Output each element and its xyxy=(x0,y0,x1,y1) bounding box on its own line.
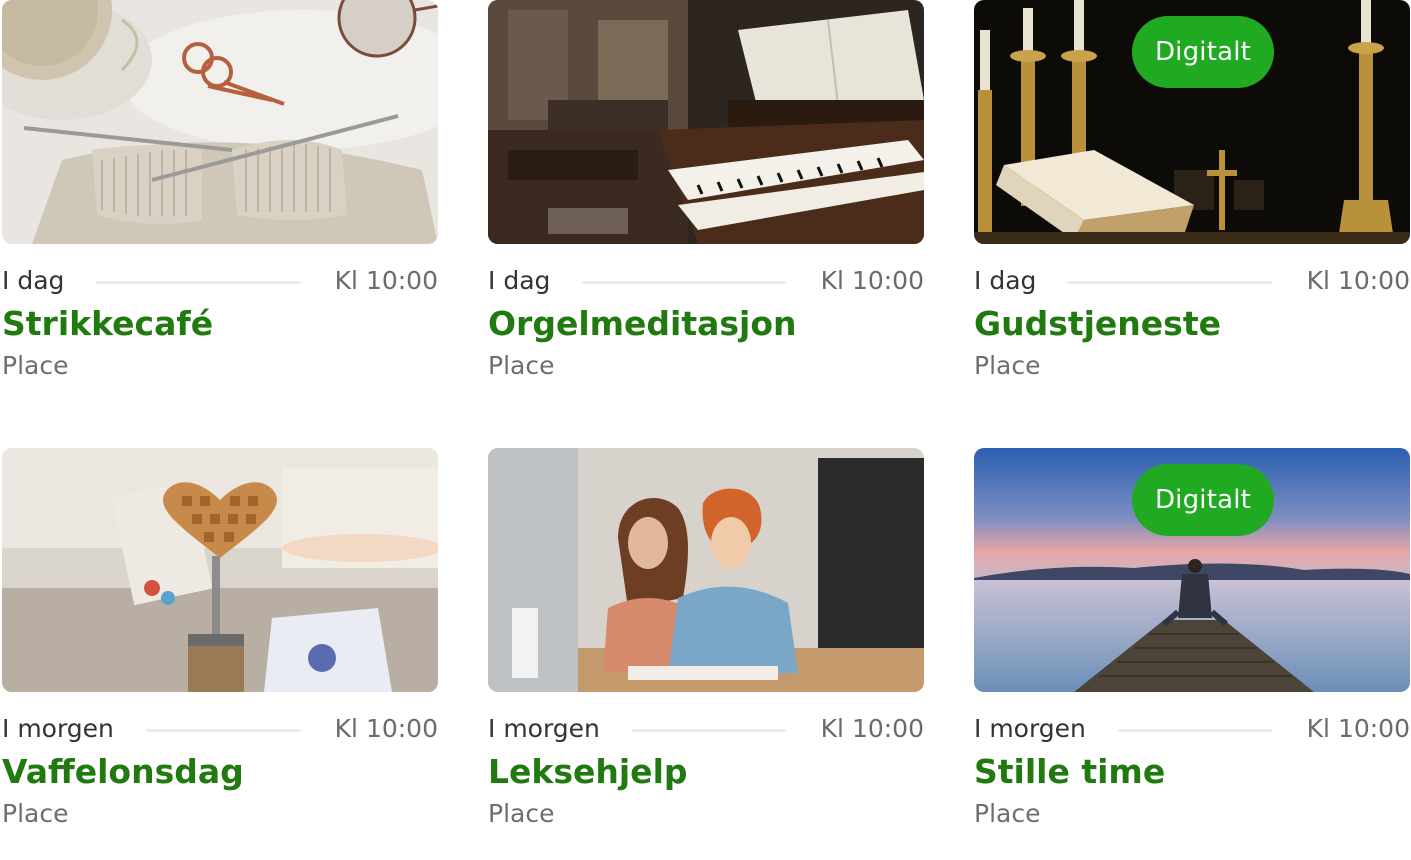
divider-line xyxy=(582,281,786,284)
event-time: Kl 10:00 xyxy=(1306,266,1410,295)
divider-line xyxy=(96,281,300,284)
event-day: I morgen xyxy=(974,714,1086,743)
event-time: Kl 10:00 xyxy=(820,266,924,295)
event-title[interactable]: Leksehjelp xyxy=(488,748,924,796)
event-time: Kl 10:00 xyxy=(1306,714,1410,743)
event-meta: I morgen Kl 10:00 xyxy=(2,712,438,748)
event-meta: I morgen Kl 10:00 xyxy=(488,712,924,748)
event-card[interactable]: Digitalt I morgen Kl 10:00 Stille time P… xyxy=(974,448,1410,832)
event-card[interactable]: I dag Kl 10:00 Strikkecafé Place xyxy=(2,0,438,384)
event-title[interactable]: Orgelmeditasjon xyxy=(488,300,924,348)
event-meta: I morgen Kl 10:00 xyxy=(974,712,1410,748)
digital-badge: Digitalt xyxy=(1132,464,1274,536)
event-place: Place xyxy=(488,351,555,380)
event-card[interactable]: I morgen Kl 10:00 Vaffelonsdag Place xyxy=(2,448,438,832)
event-time: Kl 10:00 xyxy=(334,714,438,743)
event-place: Place xyxy=(488,799,555,828)
event-image-homework[interactable] xyxy=(488,448,924,692)
event-place: Place xyxy=(974,799,1041,828)
divider-line xyxy=(632,729,786,732)
event-meta: I dag Kl 10:00 xyxy=(488,264,924,300)
event-place: Place xyxy=(974,351,1041,380)
digital-badge: Digitalt xyxy=(1132,16,1274,88)
event-card[interactable]: I dag Kl 10:00 Orgelmeditasjon Place xyxy=(488,0,924,384)
event-image-waffle[interactable] xyxy=(2,448,438,692)
divider-line xyxy=(146,729,300,732)
event-time: Kl 10:00 xyxy=(820,714,924,743)
event-title[interactable]: Vaffelonsdag xyxy=(2,748,438,796)
divider-line xyxy=(1118,729,1272,732)
event-place: Place xyxy=(2,799,69,828)
homework-photo xyxy=(488,448,924,692)
event-meta: I dag Kl 10:00 xyxy=(2,264,438,300)
organ-photo xyxy=(488,0,924,244)
event-place: Place xyxy=(2,351,69,380)
event-card[interactable]: I morgen Kl 10:00 Leksehjelp Place xyxy=(488,448,924,832)
event-day: I morgen xyxy=(2,714,114,743)
event-title[interactable]: Strikkecafé xyxy=(2,300,438,348)
knitting-photo xyxy=(2,0,438,244)
event-day: I dag xyxy=(2,266,65,295)
event-title[interactable]: Gudstjeneste xyxy=(974,300,1410,348)
event-card[interactable]: Digitalt I dag Kl 10:00 Gudstjeneste Pla… xyxy=(974,0,1410,384)
event-time: Kl 10:00 xyxy=(334,266,438,295)
event-image-organ[interactable] xyxy=(488,0,924,244)
event-image-knitting[interactable] xyxy=(2,0,438,244)
divider-line xyxy=(1068,281,1272,284)
event-image-altar[interactable]: Digitalt xyxy=(974,0,1410,244)
event-image-pier[interactable]: Digitalt xyxy=(974,448,1410,692)
event-title[interactable]: Stille time xyxy=(974,748,1410,796)
event-day: I dag xyxy=(488,266,551,295)
event-day: I dag xyxy=(974,266,1037,295)
event-meta: I dag Kl 10:00 xyxy=(974,264,1410,300)
heart-waffle-photo xyxy=(2,448,438,692)
event-day: I morgen xyxy=(488,714,600,743)
